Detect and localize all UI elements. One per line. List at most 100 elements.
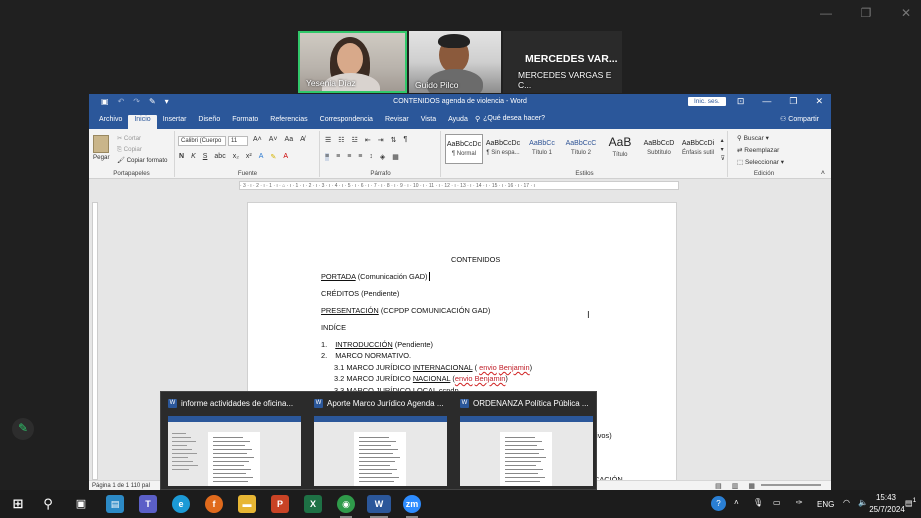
clock-time[interactable]: 15:43 [868, 493, 904, 502]
increase-indent-icon[interactable]: ⇥ [378, 136, 384, 144]
select-button[interactable]: ⬚ Seleccionar ▾ [737, 157, 784, 169]
subscript-icon[interactable]: x₂ [233, 153, 239, 161]
style-card[interactable]: AaBbCcDi Énfasis sutil [679, 134, 717, 164]
zoom-icon[interactable]: zm [403, 495, 421, 518]
task-view-icon[interactable]: ▣ [72, 495, 90, 513]
styles-scroll[interactable]: ▴ ▾ ⊽ [721, 137, 725, 164]
read-mode-icon[interactable]: ▤ [715, 482, 722, 490]
tab-inicio[interactable]: Inicio [128, 115, 157, 129]
italic-icon[interactable]: K [191, 153, 196, 161]
tab-ayuda[interactable]: Ayuda [442, 115, 474, 129]
cut-button[interactable]: ✂ Cortar [117, 133, 168, 144]
edge-icon[interactable]: e [172, 495, 190, 513]
find-button[interactable]: ⚲ Buscar ▾ [737, 133, 784, 145]
multilevel-icon[interactable]: ☳ [352, 136, 358, 144]
notifications-icon[interactable]: ▤1 [905, 497, 916, 508]
sign-in-button[interactable]: Inic. ses. [688, 97, 726, 106]
pilcrow-icon[interactable]: ¶ [403, 136, 407, 144]
powerpoint-icon[interactable]: P [271, 495, 289, 513]
decrease-indent-icon[interactable]: ⇤ [365, 136, 371, 144]
text-effects-icon[interactable]: A [259, 153, 264, 161]
case-icon[interactable]: Aa [285, 136, 294, 143]
minimize-icon[interactable]: — [762, 96, 771, 107]
restore-icon[interactable]: ❐ [857, 6, 875, 20]
taskbar-preview[interactable]: Winforme actividades de oficina... [164, 396, 302, 486]
underline-icon[interactable]: S [203, 153, 208, 161]
taskbar-preview[interactable]: W Aporte Marco Jurídico Agenda ... [310, 396, 448, 486]
replace-button[interactable]: ⇄ Reemplazar [737, 145, 784, 157]
justify-icon[interactable]: ≡ [358, 153, 362, 161]
grow-font-icon[interactable]: A˄ [253, 136, 262, 143]
firefox-icon[interactable]: f [205, 495, 223, 513]
annotate-pencil-icon[interactable]: ✎ [12, 418, 34, 440]
taskbar-preview[interactable]: W ORDENANZA Política Pública ... [456, 396, 594, 486]
mic-icon[interactable]: 🎙 [753, 498, 763, 507]
clock-date[interactable]: 25/7/2024 [867, 505, 907, 514]
tab-correspondencia[interactable]: Correspondencia [314, 115, 379, 129]
style-card[interactable]: AaBbCcC Título 2 [562, 134, 600, 164]
paste-icon[interactable] [93, 135, 109, 153]
video-tile-mercedes[interactable]: MERCEDES VAR... MERCEDES VARGAS E C... [503, 31, 622, 93]
format-painter-button[interactable]: 🖌 Copiar formato [117, 155, 168, 166]
shrink-font-icon[interactable]: A˅ [269, 136, 278, 143]
bullets-icon[interactable]: ☰ [325, 136, 331, 144]
word-icon[interactable]: W [367, 495, 391, 518]
chevron-up-icon[interactable]: ˄ [734, 498, 739, 507]
zoom-slider[interactable] [761, 484, 821, 486]
page-count[interactable]: Página 1 de 1 110 pal [92, 483, 150, 489]
font-color-icon[interactable]: A [283, 153, 288, 161]
style-card[interactable]: AaBbCcDc ¶ Normal [445, 134, 483, 164]
help-icon[interactable]: ? [711, 496, 726, 511]
excel-icon[interactable]: X [304, 495, 322, 513]
strikethrough-icon[interactable]: abc [214, 153, 225, 161]
restore-icon[interactable]: ❐ [789, 96, 797, 107]
highlight-icon[interactable]: ✎ [270, 153, 276, 161]
style-card[interactable]: AaBbCcD Subtítulo [640, 134, 678, 164]
tab-formato[interactable]: Formato [226, 115, 264, 129]
shading-icon[interactable]: ◈ [380, 153, 385, 161]
store-icon[interactable]: ▤ [106, 495, 124, 513]
bold-icon[interactable]: N [179, 153, 184, 161]
share-button[interactable]: ⚇ Compartir [780, 115, 819, 123]
vertical-ruler[interactable] [92, 202, 98, 480]
align-left-icon[interactable]: ≡ [325, 153, 330, 161]
battery-icon[interactable]: ▭ [773, 498, 781, 507]
align-center-icon[interactable]: ≡ [336, 153, 340, 161]
wifi-icon[interactable]: ◠ [843, 498, 850, 507]
borders-icon[interactable]: ▦ [392, 153, 399, 161]
style-card[interactable]: AaBbCc Título 1 [523, 134, 561, 164]
tab-diseño[interactable]: Diseño [192, 115, 226, 129]
video-tile-yesenia[interactable]: Yesenia Díaz [298, 31, 407, 93]
chrome-icon[interactable]: ◉ [337, 495, 355, 518]
minimize-icon[interactable]: — [817, 6, 835, 20]
tab-referencias[interactable]: Referencias [264, 115, 313, 129]
tab-insertar[interactable]: Insertar [157, 115, 193, 129]
copy-button[interactable]: ⎘ Copiar [117, 144, 168, 155]
align-right-icon[interactable]: ≡ [347, 153, 351, 161]
search-icon[interactable]: ⚲ [39, 495, 57, 513]
style-card[interactable]: AaB Título [601, 134, 639, 164]
tab-archivo[interactable]: Archivo [93, 115, 128, 129]
numbering-icon[interactable]: ☷ [338, 136, 344, 144]
pen-icon[interactable]: ✑ [796, 498, 803, 507]
web-layout-icon[interactable]: ▦ [748, 482, 755, 490]
file-explorer-icon[interactable]: ▬ [238, 495, 256, 513]
language-indicator[interactable]: ENG [817, 500, 834, 509]
clear-format-icon[interactable]: A̸ [300, 136, 305, 143]
ribbon-display-icon[interactable]: ⊡ [737, 96, 745, 107]
video-tile-guido[interactable]: Guido Pilco [409, 31, 501, 93]
print-layout-icon[interactable]: ▥ [732, 482, 739, 490]
close-icon[interactable]: ✕ [897, 6, 915, 20]
tab-revisar[interactable]: Revisar [379, 115, 415, 129]
horizontal-ruler[interactable]: · 3 · ı · 2 · ı · 1 · ı · ⌂ · ı · 1 · ı … [239, 181, 679, 190]
paste-label[interactable]: Pegar [93, 154, 110, 161]
font-name-select[interactable]: Calibri (Cuerpo [178, 136, 226, 146]
tab-vista[interactable]: Vista [415, 115, 442, 129]
close-icon[interactable]: ✕ [815, 96, 823, 107]
sort-icon[interactable]: ⇅ [391, 136, 397, 144]
windows-start-icon[interactable]: ⊞ [9, 495, 27, 513]
collapse-ribbon-icon[interactable]: ˄ [821, 170, 825, 177]
teams-icon[interactable]: T [139, 495, 157, 513]
tell-me[interactable]: ⚲ ¿Qué desea hacer? [475, 115, 545, 123]
style-card[interactable]: AaBbCcDc ¶ Sin espa... [484, 134, 522, 164]
